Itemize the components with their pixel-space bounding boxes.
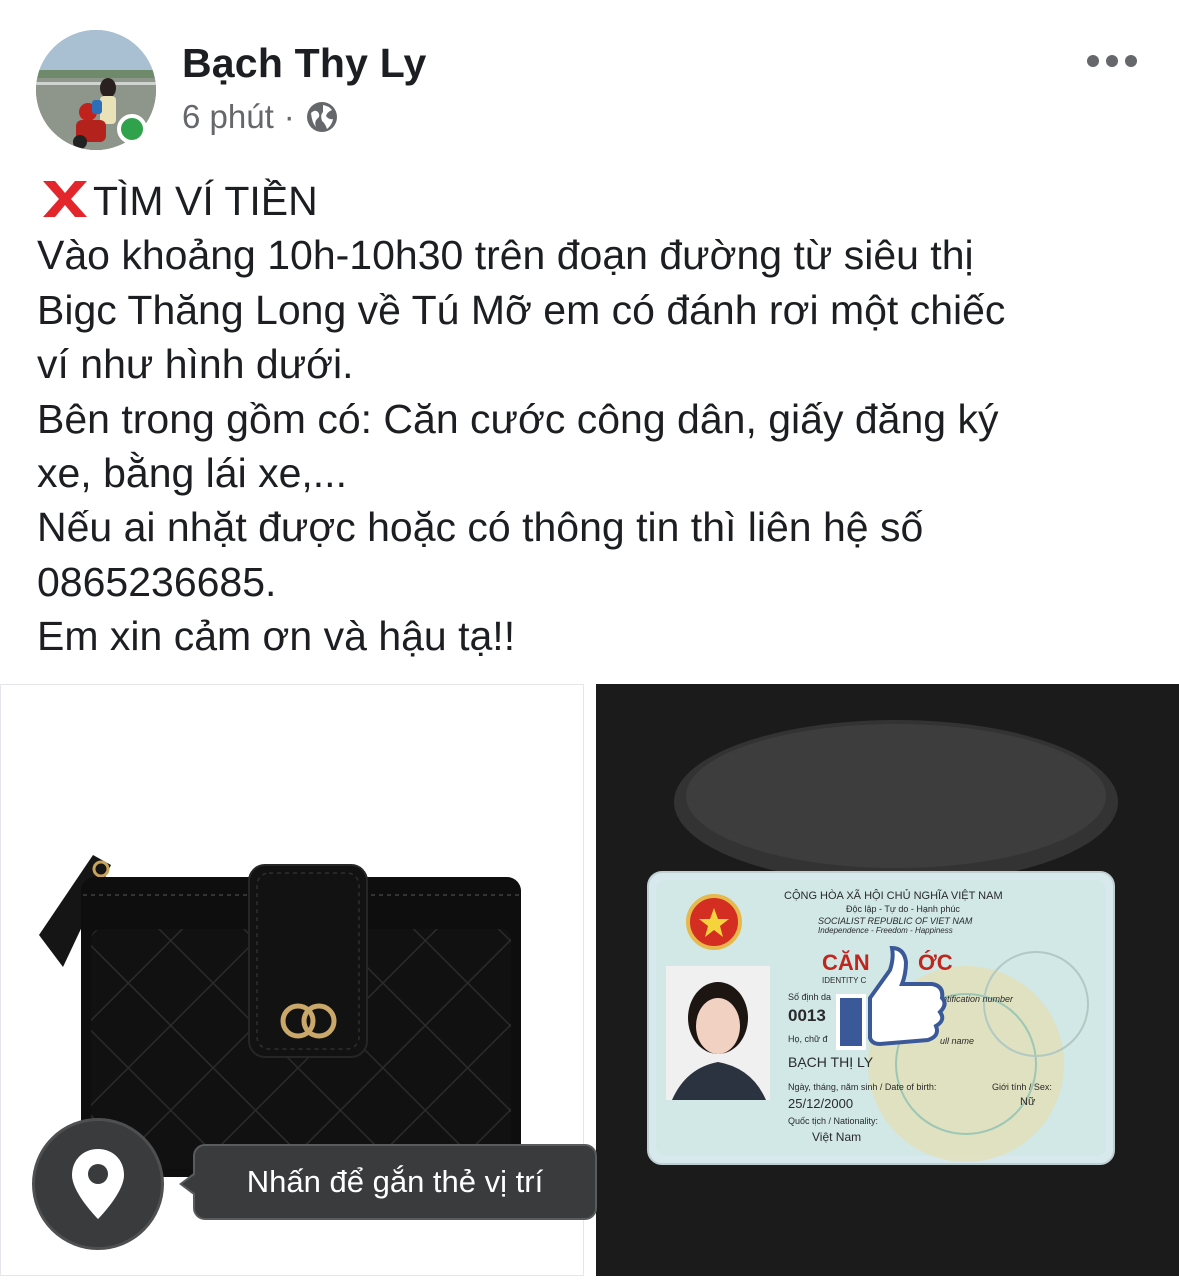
post-line: xe, bằng lái xe,... — [37, 450, 347, 497]
post-line: Bên trong gồm có: Căn cước công dân, giấ… — [37, 395, 999, 442]
card-nationality: Việt Nam — [812, 1130, 862, 1144]
location-tag-tooltip[interactable]: Nhấn để gắn thẻ vị trí — [179, 1144, 597, 1220]
post-line: Em xin cảm ơn và hậu tạ!! — [37, 613, 516, 660]
card-header-4: Independence - Freedom - Happiness — [818, 926, 953, 935]
online-status-indicator — [117, 114, 147, 144]
card-header-1: CỘNG HÒA XÃ HỘI CHỦ NGHĨA VIỆT NAM — [784, 890, 1003, 902]
card-id-label-en: ntification number — [942, 994, 1014, 1004]
post-line-phone[interactable]: 0865236685. — [37, 555, 1147, 609]
id-card-photo[interactable]: CỘNG HÒA XÃ HỘI CHỦ NGHĨA VIỆT NAM Độc l… — [596, 684, 1179, 1276]
post-line: Nếu ai nhặt được hoặc có thông tin thì l… — [37, 504, 924, 551]
meta-separator: · — [283, 98, 295, 135]
red-cross-icon — [37, 177, 93, 221]
card-dob-label: Ngày, tháng, năm sinh / Date of birth: — [788, 1082, 937, 1092]
post-line: Bigc Thăng Long về Tú Mỡ em có đánh rơi … — [37, 286, 1006, 333]
card-header-3: SOCIALIST REPUBLIC OF VIET NAM — [818, 916, 973, 926]
thumbs-up-icon — [836, 945, 947, 1050]
more-dot-icon — [1087, 55, 1099, 67]
more-dot-icon — [1125, 55, 1137, 67]
card-sex-label: Giới tính / Sex: — [992, 1082, 1052, 1092]
card-nationality-label: Quốc tịch / Nationality: — [788, 1116, 879, 1126]
location-pin-icon — [72, 1149, 124, 1219]
more-dot-icon — [1106, 55, 1118, 67]
card-id-label: Số định da — [788, 992, 832, 1002]
author-name[interactable]: Bạch Thy Ly — [182, 40, 426, 87]
card-dob: 25/12/2000 — [788, 1096, 854, 1111]
post-line: Vào khoảng 10h-10h30 trên đoạn đường từ … — [37, 232, 974, 279]
post-line: ví như hình dưới. — [37, 341, 354, 388]
card-sex: Nữ — [1020, 1096, 1036, 1108]
post-body: TÌM VÍ TIỀN Vào khoảng 10h-10h30 trên đo… — [37, 174, 1147, 664]
post-title: TÌM VÍ TIỀN — [93, 178, 318, 224]
globe-icon — [305, 100, 339, 134]
location-tag-button[interactable] — [32, 1118, 164, 1250]
more-options-button[interactable] — [1087, 46, 1137, 76]
card-id-number: 0013 — [788, 1006, 826, 1025]
card-name-label: Họ, chữ đ — [788, 1034, 828, 1044]
card-header-2: Độc lập - Tự do - Hạnh phúc — [846, 904, 960, 914]
post-title-line: TÌM VÍ TIỀN — [37, 174, 1147, 228]
post-time[interactable]: 6 phút — [182, 98, 274, 136]
post-meta: 6 phút · — [182, 98, 339, 136]
